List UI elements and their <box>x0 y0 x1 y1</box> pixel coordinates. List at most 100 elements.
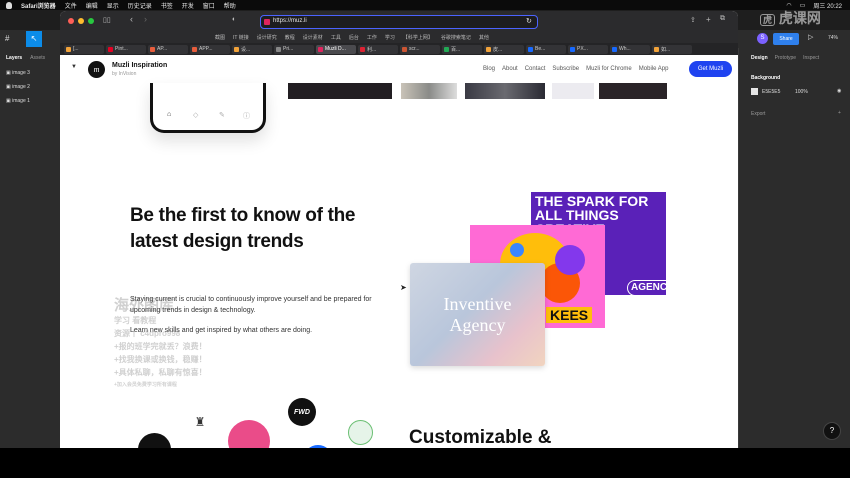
browser-tab-active[interactable]: Muzli D... <box>316 44 356 54</box>
figma-menu-icon[interactable]: # <box>5 34 9 43</box>
browser-tab[interactable]: Wh... <box>610 44 650 54</box>
overlay-line: 海外图库 <box>114 297 175 314</box>
bookmark-item[interactable]: 设计素材 <box>303 34 323 41</box>
eye-icon[interactable]: ◉ <box>837 88 841 94</box>
bookmark-item[interactable]: 其他 <box>479 34 489 41</box>
bookmark-item[interactable]: 工作 <box>367 34 377 41</box>
tab-design[interactable]: Design <box>751 55 768 61</box>
browser-tab[interactable]: 如... <box>652 44 692 54</box>
browser-tab[interactable]: 皮... <box>484 44 524 54</box>
tab-prototype[interactable]: Prototype <box>775 55 796 61</box>
menu-bookmarks[interactable]: 书签 <box>161 1 173 10</box>
browser-tab[interactable]: Be... <box>526 44 566 54</box>
bookmark-item[interactable]: 后台 <box>349 34 359 41</box>
bg-color-value[interactable]: E5E5E5 <box>762 89 780 95</box>
browser-tab[interactable]: Pri... <box>274 44 314 54</box>
browser-tab[interactable]: scr... <box>400 44 440 54</box>
safari-titlebar: ▯▯ ‹ › ◐ https://muz.li ↻ ⇪ + ⧉ <box>60 11 738 31</box>
forward-icon[interactable]: › <box>144 14 147 24</box>
browser-tab[interactable]: PX... <box>568 44 608 54</box>
browser-tab[interactable]: [... <box>64 44 104 54</box>
bookmark-item[interactable]: 谷歌搜索笔记 <box>441 34 471 41</box>
collapse-arrow-icon[interactable]: ▼ <box>71 64 77 70</box>
apple-icon[interactable] <box>6 2 12 9</box>
zoom-level[interactable]: 74% <box>828 35 838 41</box>
tab-label: Wh... <box>619 46 631 52</box>
browser-tab[interactable]: Pint... <box>106 44 146 54</box>
brand-title[interactable]: Muzli Inspiration <box>112 62 167 69</box>
nav-about[interactable]: About <box>502 66 518 72</box>
menu-develop[interactable]: 开发 <box>182 1 194 10</box>
nav-blog[interactable]: Blog <box>483 66 495 72</box>
fwd-logo-text: FWD <box>294 408 310 416</box>
minimize-window-button[interactable] <box>78 18 84 24</box>
tab-assets[interactable]: Assets <box>30 55 45 61</box>
sidebar-icon[interactable]: ▯▯ <box>103 16 111 24</box>
back-icon[interactable]: ‹ <box>130 14 133 24</box>
tab-label: Pri... <box>283 46 294 52</box>
illustration-blob <box>510 243 524 257</box>
glass-card-line-2: Agency <box>449 314 506 335</box>
help-button[interactable]: ? <box>823 422 841 440</box>
nav-muzli-chrome[interactable]: Muzli for Chrome <box>586 66 632 72</box>
nav-mobile-app[interactable]: Mobile App <box>639 66 669 72</box>
menu-view[interactable]: 显示 <box>107 1 119 10</box>
muzli-logo[interactable]: m <box>88 61 105 78</box>
menu-history[interactable]: 历史记录 <box>128 1 152 10</box>
share-icon[interactable]: ⇪ <box>690 16 696 24</box>
bookmark-item[interactable]: 【科学上网】 <box>403 34 433 41</box>
bookmark-item[interactable]: 教程 <box>285 34 295 41</box>
tab-inspect[interactable]: Inspect <box>803 55 819 61</box>
tab-favicon <box>486 46 491 52</box>
thumbnail-dark-1 <box>288 83 392 99</box>
browser-tab[interactable]: 百... <box>442 44 482 54</box>
brand-subtitle: by InVision <box>112 71 137 77</box>
bookmark-item[interactable]: 设计研究 <box>257 34 277 41</box>
share-button[interactable]: Share <box>773 33 799 45</box>
tab-overview-icon[interactable]: ⧉ <box>720 15 725 23</box>
export-label: Export <box>751 111 766 117</box>
bookmark-item[interactable]: 截图 <box>215 34 225 41</box>
close-window-button[interactable] <box>68 18 74 24</box>
get-muzli-button[interactable]: Get Muzli <box>689 61 732 77</box>
mouse-cursor-icon: ➤ <box>400 283 407 292</box>
avatar[interactable]: S <box>757 33 768 44</box>
layer-item[interactable]: ▣ image 1 <box>6 98 30 104</box>
browser-tab[interactable]: 设... <box>232 44 272 54</box>
shield-icon[interactable]: ◐ <box>232 16 236 23</box>
menu-app[interactable]: Safari浏览器 <box>21 1 56 10</box>
bg-opacity-value[interactable]: 100% <box>795 89 808 95</box>
bookmark-item[interactable]: 学习 <box>385 34 395 41</box>
bg-color-swatch[interactable] <box>751 88 758 95</box>
bookmark-item[interactable]: IT 链接 <box>233 34 249 41</box>
nav-contact[interactable]: Contact <box>525 66 546 72</box>
tab-layers[interactable]: Layers <box>6 55 22 61</box>
new-tab-icon[interactable]: + <box>706 15 711 24</box>
tab-label: Pint... <box>115 46 128 52</box>
move-tool-icon[interactable]: ↖ <box>26 31 42 47</box>
layer-item[interactable]: ▣ image 2 <box>6 84 30 90</box>
menu-edit[interactable]: 编辑 <box>86 1 98 10</box>
browser-tab[interactable]: APP... <box>190 44 230 54</box>
browser-tab[interactable]: AP... <box>148 44 188 54</box>
zoom-window-button[interactable] <box>88 18 94 24</box>
present-icon[interactable]: ▷ <box>808 33 813 41</box>
address-bar[interactable]: https://muz.li ↻ <box>260 15 538 29</box>
tab-favicon <box>150 46 155 52</box>
site-nav: Blog About Contact Subscribe Muzli for C… <box>483 66 668 72</box>
menu-file[interactable]: 文件 <box>65 1 77 10</box>
bookmark-item[interactable]: 工具 <box>331 34 341 41</box>
figma-design-panel: Design Prototype Inspect Background E5E5… <box>738 48 850 448</box>
layer-item[interactable]: ▣ image 3 <box>6 70 30 76</box>
home-icon: ⌂ <box>167 111 172 118</box>
overlay-line: 资源丨 c4dpro998 <box>114 329 181 338</box>
thumbnail-photo <box>401 83 457 99</box>
menu-help[interactable]: 帮助 <box>224 1 236 10</box>
safari-window: ▯▯ ‹ › ◐ https://muz.li ↻ ⇪ + ⧉ 截图 IT 链接… <box>60 11 738 448</box>
browser-tab[interactable]: 利... <box>358 44 398 54</box>
tab-favicon <box>108 46 113 52</box>
reload-icon[interactable]: ↻ <box>526 17 532 25</box>
add-export-icon[interactable]: + <box>838 110 841 116</box>
menu-window[interactable]: 窗口 <box>203 1 215 10</box>
nav-subscribe[interactable]: Subscribe <box>552 66 579 72</box>
